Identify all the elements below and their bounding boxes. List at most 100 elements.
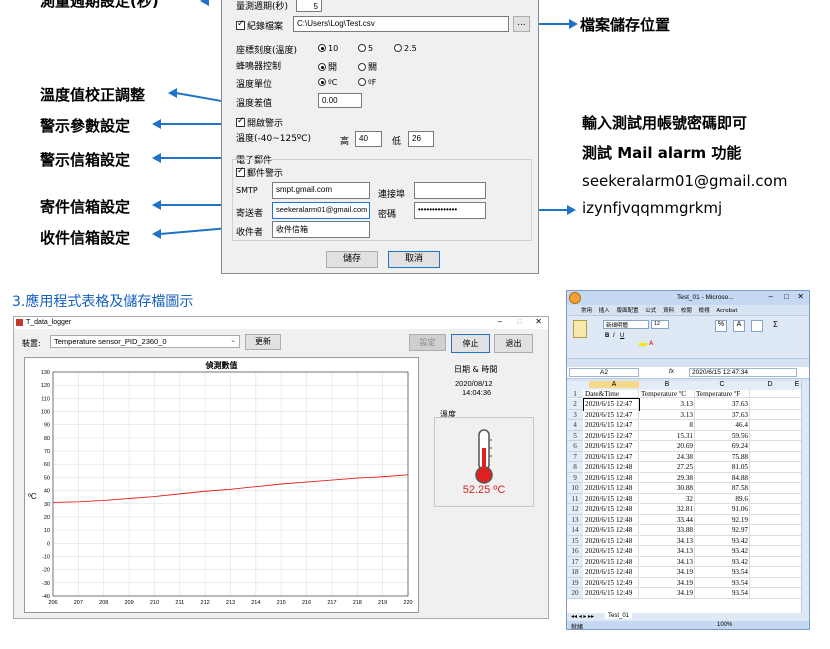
- empty-cell[interactable]: [750, 462, 803, 473]
- sheet-nav-icon[interactable]: ◂◂ ◂ ▸ ▸▸: [571, 613, 594, 620]
- unit-c-option[interactable]: ºC: [318, 78, 337, 87]
- cell-datetime[interactable]: 2020/6/15 12:48: [584, 504, 639, 515]
- cell-temp-f[interactable]: 89.6: [695, 493, 750, 504]
- cell-datetime[interactable]: 2020/6/15 12:48: [584, 525, 639, 536]
- buzzer-off-option[interactable]: 關: [358, 60, 377, 73]
- cell-datetime[interactable]: 2020/6/15 12:47: [584, 441, 639, 452]
- ribbon-tab-formula[interactable]: 公式: [645, 308, 656, 314]
- cell-temp-c[interactable]: 34.13: [640, 546, 695, 557]
- mail-alarm-checkbox[interactable]: [236, 166, 245, 177]
- scale-option-2-5[interactable]: 2.5: [394, 44, 417, 53]
- cell-datetime[interactable]: 2020/6/15 12:48: [584, 567, 639, 578]
- log-file-checkbox[interactable]: [236, 19, 245, 30]
- cells-icon[interactable]: [751, 320, 763, 332]
- cell-temp-f[interactable]: 91.06: [695, 504, 750, 515]
- mail-alarm-option[interactable]: 郵件警示: [236, 166, 283, 179]
- cell-temp-f[interactable]: 75.88: [695, 451, 750, 462]
- close-icon[interactable]: ✕: [535, 317, 542, 326]
- cell-temp-c[interactable]: 34.13: [640, 556, 695, 567]
- cell-datetime[interactable]: 2020/6/15 12:49: [584, 588, 639, 599]
- column-header-b[interactable]: B: [640, 381, 694, 388]
- sum-icon[interactable]: Σ: [773, 320, 778, 329]
- font-size-select[interactable]: 12: [651, 320, 669, 329]
- device-select[interactable]: Temperature sensor_PID_2360_0 ⌄: [50, 335, 240, 348]
- scale-radio-2-5[interactable]: [394, 44, 402, 52]
- excel-maximize-icon[interactable]: □: [784, 292, 789, 301]
- cell-temp-c[interactable]: 34.19: [640, 577, 695, 588]
- cell-temp-f[interactable]: 69.24: [695, 441, 750, 452]
- column-header-d[interactable]: D: [750, 381, 790, 388]
- cell-temp-f[interactable]: 59.56: [695, 430, 750, 441]
- cell-temp-f[interactable]: 93.42: [695, 556, 750, 567]
- cell-temp-c[interactable]: 33.88: [640, 525, 695, 536]
- maximize-icon[interactable]: □: [517, 317, 522, 326]
- header-cell-temp-f[interactable]: Temperature ºF: [695, 390, 750, 398]
- ribbon-tab-insert[interactable]: 插入: [599, 308, 610, 314]
- cell-datetime[interactable]: 2020/6/15 12:48: [584, 514, 639, 525]
- cell-datetime[interactable]: 2020/6/15 12:48: [584, 483, 639, 494]
- browse-button[interactable]: ...: [513, 16, 530, 32]
- cell-datetime[interactable]: 2020/6/15 12:47: [584, 409, 639, 420]
- office-button-icon[interactable]: [569, 292, 581, 304]
- cell-temp-c[interactable]: 34.19: [640, 588, 695, 599]
- formula-input[interactable]: 2020/6/15 12:47:34: [689, 368, 797, 377]
- cell-datetime[interactable]: 2020/6/15 12:49: [584, 577, 639, 588]
- unit-f-radio[interactable]: [358, 78, 366, 86]
- cell-temp-c[interactable]: 15.31: [640, 430, 695, 441]
- cell-temp-c[interactable]: 32: [640, 493, 695, 504]
- empty-cell[interactable]: [750, 525, 803, 536]
- cell-temp-f[interactable]: 93.54: [695, 577, 750, 588]
- sheet-tab[interactable]: Test_01: [605, 613, 633, 619]
- scale-radio-10[interactable]: [318, 44, 326, 52]
- empty-cell[interactable]: [750, 535, 803, 546]
- italic-icon[interactable]: I: [613, 333, 615, 339]
- vertical-scrollbar[interactable]: [801, 381, 809, 613]
- cell-temp-c[interactable]: 32.81: [640, 504, 695, 515]
- cell-temp-f[interactable]: 93.54: [695, 567, 750, 578]
- cell-temp-c[interactable]: 33.44: [640, 514, 695, 525]
- sender-input[interactable]: seekeralarm01@gmail.com: [272, 202, 370, 219]
- empty-cell[interactable]: [750, 451, 803, 462]
- empty-cell[interactable]: [750, 472, 803, 483]
- log-file-path-input[interactable]: C:\Users\Log\Test.csv: [293, 16, 509, 32]
- cell-temp-f[interactable]: 92.19: [695, 514, 750, 525]
- scale-option-10[interactable]: 10: [318, 44, 338, 53]
- cell-temp-c[interactable]: 34.19: [640, 567, 695, 578]
- cell-temp-c[interactable]: 34.13: [640, 535, 695, 546]
- alarm-enable-checkbox[interactable]: [236, 116, 245, 127]
- cell-temp-f[interactable]: 37.63: [695, 399, 750, 410]
- buzzer-on-option[interactable]: 開: [318, 60, 337, 73]
- update-button[interactable]: 更新: [245, 334, 281, 350]
- font-color-icon[interactable]: A: [649, 341, 653, 347]
- ribbon-tab-layout[interactable]: 版面配置: [617, 308, 639, 314]
- empty-cell[interactable]: [750, 430, 803, 441]
- cell-datetime[interactable]: 2020/6/15 12:47: [583, 398, 640, 411]
- empty-cell[interactable]: [750, 390, 803, 398]
- empty-cell[interactable]: [750, 399, 803, 410]
- port-input[interactable]: [414, 182, 486, 199]
- excel-minimize-icon[interactable]: –: [769, 292, 773, 301]
- empty-cell[interactable]: [750, 493, 803, 504]
- cell-temp-c[interactable]: 29.38: [640, 472, 695, 483]
- cell-temp-f[interactable]: 87.58: [695, 483, 750, 494]
- settings-button[interactable]: 設定: [409, 334, 446, 351]
- header-cell-temp-c[interactable]: Temperature ºC: [640, 390, 695, 398]
- empty-cell[interactable]: [750, 420, 803, 431]
- empty-cell[interactable]: [750, 556, 803, 567]
- cell-temp-c[interactable]: 27.25: [640, 462, 695, 473]
- font-name-select[interactable]: 新細明體: [603, 320, 649, 329]
- exit-button[interactable]: 退出: [494, 334, 533, 353]
- ribbon-tab-acrobat[interactable]: Acrobat: [716, 308, 737, 314]
- name-box[interactable]: A2: [569, 368, 639, 377]
- cell-temp-c[interactable]: 8: [640, 420, 695, 431]
- cell-datetime[interactable]: 2020/6/15 12:47: [584, 430, 639, 441]
- low-input[interactable]: 26: [408, 131, 434, 147]
- cell-temp-f[interactable]: 37.63: [695, 409, 750, 420]
- unit-c-radio[interactable]: [318, 78, 326, 86]
- column-header-a[interactable]: A: [589, 381, 639, 388]
- stop-button[interactable]: 停止: [451, 334, 490, 353]
- cell-datetime[interactable]: 2020/6/15 12:48: [584, 472, 639, 483]
- cell-datetime[interactable]: 2020/6/15 12:47: [584, 451, 639, 462]
- offset-input[interactable]: 0.00: [318, 93, 362, 108]
- fill-color-icon[interactable]: [639, 343, 647, 346]
